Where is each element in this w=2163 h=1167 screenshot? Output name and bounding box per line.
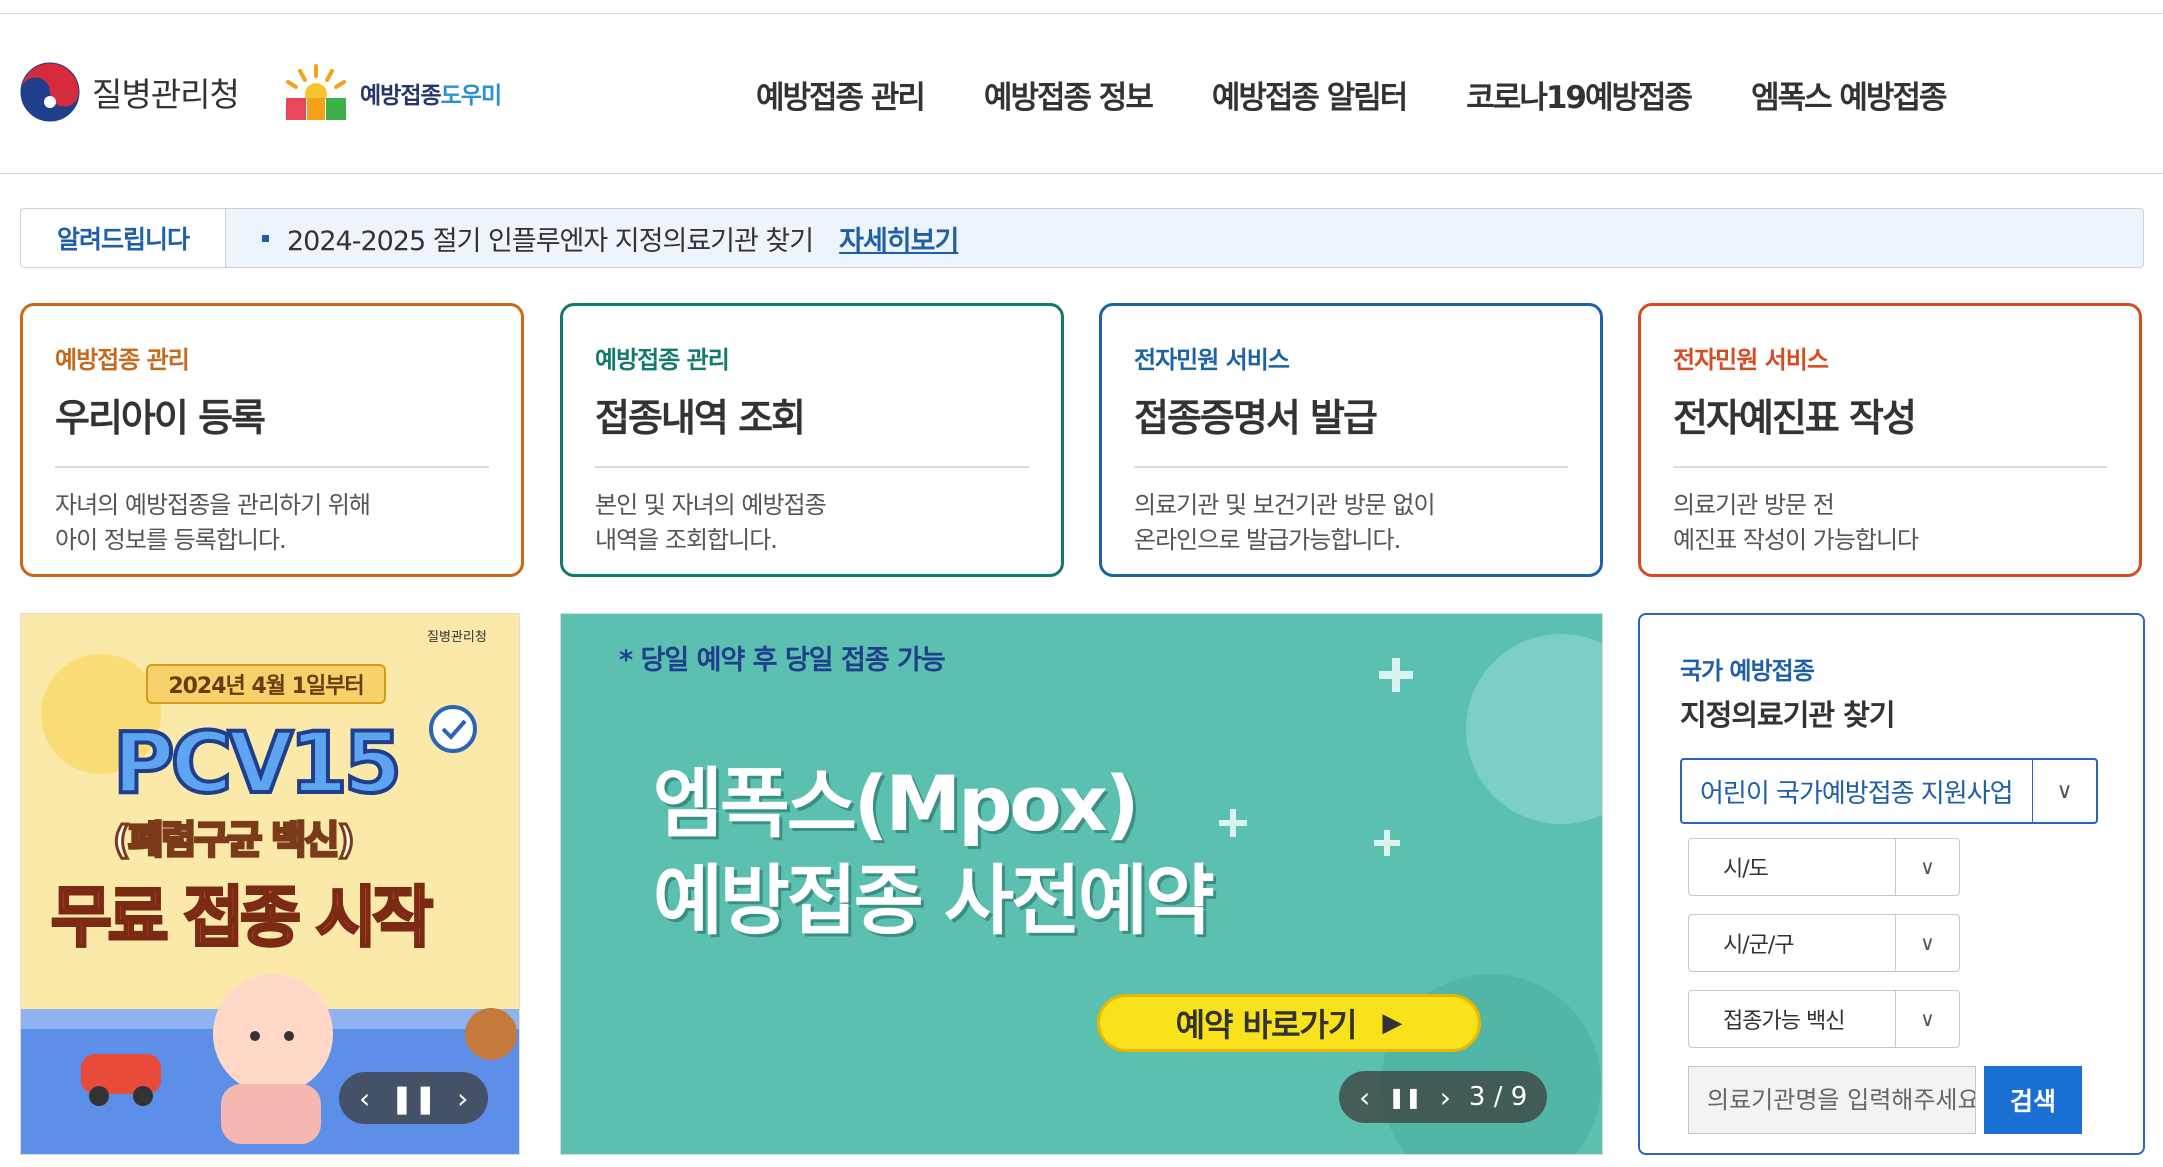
chevron-down-icon: ∨ bbox=[1895, 915, 1959, 971]
card-history-lookup[interactable]: 예방접종 관리 접종내역 조회 본인 및 자녀의 예방접종 내역을 조회합니다. bbox=[560, 303, 1064, 577]
banner-headline: 무료 접종 시작 bbox=[49, 878, 434, 958]
card-register-child[interactable]: 예방접종 관리 우리아이 등록 자녀의 예방접종을 관리하기 위해 아이 정보를 … bbox=[20, 303, 524, 577]
card-divider bbox=[1134, 466, 1568, 468]
next-icon[interactable]: › bbox=[1440, 1081, 1451, 1114]
card-description: 의료기관 및 보건기관 방문 없이 온라인으로 발급가능합니다. bbox=[1134, 491, 1436, 554]
card-title: 접종내역 조회 bbox=[595, 396, 806, 440]
clinic-finder: 국가 예방접종 지정의료기관 찾기 어린이 국가예방접종 지원사업 ∨ 시/도 … bbox=[1638, 613, 2145, 1155]
reservation-button-label: 예약 바로가기 bbox=[1175, 1006, 1358, 1044]
card-divider bbox=[1673, 466, 2107, 468]
banner-line1: 엠폭스(Mpox) bbox=[653, 759, 1139, 848]
banner-org: 질병관리청 bbox=[427, 630, 487, 645]
next-icon[interactable]: › bbox=[457, 1082, 468, 1115]
sido-select[interactable]: 시/도 ∨ bbox=[1688, 838, 1960, 896]
sido-select-value: 시/도 bbox=[1723, 857, 1769, 882]
nip-logo[interactable]: 예방접종도우미 bbox=[280, 62, 502, 124]
search-button[interactable]: 검색 bbox=[1984, 1066, 2082, 1134]
chevron-down-icon: ∨ bbox=[1895, 991, 1959, 1047]
pause-icon[interactable]: ❚❚ bbox=[390, 1082, 437, 1115]
card-divider bbox=[595, 466, 1029, 468]
banner-note: * 당일 예약 후 당일 접종 가능 bbox=[619, 645, 946, 676]
sigungu-select-value: 시/군/구 bbox=[1723, 933, 1795, 958]
nav-mpox[interactable]: 엠폭스 예방접종 bbox=[1751, 72, 1947, 117]
notice-more-link[interactable]: 자세히보기 bbox=[839, 219, 959, 258]
card-category: 전자민원 서비스 bbox=[1134, 346, 1290, 374]
vaccine-select-value: 접종가능 백신 bbox=[1723, 1009, 1845, 1034]
banner-line2: 예방접종 사전예약 bbox=[653, 856, 1215, 945]
mpox-banner[interactable]: * 당일 예약 후 당일 접종 가능 엠폭스(Mpox) 예방접종 사전예약 예… bbox=[560, 613, 1603, 1155]
nav-covid19[interactable]: 코로나19예방접종 bbox=[1466, 72, 1693, 117]
card-description: 의료기관 방문 전 예진표 작성이 가능합니다 bbox=[1673, 491, 1919, 554]
card-category: 전자민원 서비스 bbox=[1673, 346, 1829, 374]
main-nav: 예방접종 관리 예방접종 정보 예방접종 알림터 코로나19예방접종 엠폭스 예… bbox=[756, 72, 2006, 117]
card-title: 전자예진표 작성 bbox=[1673, 396, 1917, 440]
finder-title: 지정의료기관 찾기 bbox=[1680, 698, 1896, 732]
card-divider bbox=[55, 466, 489, 468]
card-title: 접종증명서 발급 bbox=[1134, 396, 1378, 440]
banner-main-controls: ‹ ❚❚ › 3 / 9 bbox=[1339, 1071, 1548, 1123]
notice-label: 알려드립니다 bbox=[21, 209, 226, 267]
finder-category: 국가 예방접종 bbox=[1680, 657, 1815, 685]
card-category: 예방접종 관리 bbox=[595, 346, 730, 374]
notice-text[interactable]: 2024-2025 절기 인플루엔자 지정의료기관 찾기 bbox=[287, 219, 814, 258]
card-description: 본인 및 자녀의 예방접종 내역을 조회합니다. bbox=[595, 491, 827, 554]
card-certificate[interactable]: 전자민원 서비스 접종증명서 발급 의료기관 및 보건기관 방문 없이 온라인으로… bbox=[1099, 303, 1603, 577]
slide-counter: 3 / 9 bbox=[1468, 1082, 1528, 1112]
prev-icon[interactable]: ‹ bbox=[1359, 1081, 1370, 1114]
bullet-icon bbox=[262, 234, 269, 242]
card-title: 우리아이 등록 bbox=[55, 396, 266, 440]
nip-name: 예방접종도우미 bbox=[360, 83, 502, 109]
taegeuk-icon bbox=[20, 62, 80, 122]
vaccine-select[interactable]: 접종가능 백신 ∨ bbox=[1688, 990, 1960, 1048]
nav-vaccination-notice[interactable]: 예방접종 알림터 bbox=[1212, 72, 1408, 117]
banner-date: 2024년 4월 1일부터 bbox=[146, 664, 386, 704]
notice-bar: 알려드립니다 2024-2025 절기 인플루엔자 지정의료기관 찾기 자세히보… bbox=[20, 208, 2144, 268]
clinic-search-input[interactable] bbox=[1688, 1066, 1976, 1134]
top-strip bbox=[0, 0, 2163, 14]
nav-vaccination-info[interactable]: 예방접종 정보 bbox=[984, 72, 1154, 117]
program-select[interactable]: 어린이 국가예방접종 지원사업 ∨ bbox=[1680, 758, 2098, 824]
kdca-name: 질병관리청 bbox=[92, 75, 240, 114]
banner-left-controls: ‹ ❚❚ › bbox=[339, 1072, 489, 1124]
nip-sun-icon bbox=[286, 64, 346, 120]
card-description: 자녀의 예방접종을 관리하기 위해 아이 정보를 등록합니다. bbox=[55, 491, 371, 554]
nav-vaccination-management[interactable]: 예방접종 관리 bbox=[756, 72, 926, 117]
sigungu-select[interactable]: 시/군/구 ∨ bbox=[1688, 914, 1960, 972]
banner-sub: (폐렴구균 백신) bbox=[112, 817, 357, 864]
chevron-down-icon: ∨ bbox=[1895, 839, 1959, 895]
reservation-button[interactable]: 예약 바로가기 ▶ bbox=[1097, 994, 1481, 1052]
chevron-down-icon: ∨ bbox=[2032, 760, 2096, 822]
card-e-questionnaire[interactable]: 전자민원 서비스 전자예진표 작성 의료기관 방문 전 예진표 작성이 가능합니다 bbox=[1638, 303, 2142, 577]
play-arrow-icon: ▶ bbox=[1382, 1008, 1403, 1038]
banner-vaccine: PCV15 bbox=[111, 712, 404, 814]
kdca-logo[interactable]: 질병관리청 bbox=[20, 62, 240, 122]
site-header: 질병관리청 예방접종도우미 예방접종 관리 예방접종 정보 예방접종 알림터 코… bbox=[0, 14, 2163, 174]
pause-icon[interactable]: ❚❚ bbox=[1388, 1085, 1422, 1109]
card-category: 예방접종 관리 bbox=[55, 346, 190, 374]
prev-icon[interactable]: ‹ bbox=[359, 1082, 370, 1115]
pcv15-banner[interactable]: 질병관리청 2024년 4월 1일부터 PCV15 (폐렴구균 백신) 무료 접… bbox=[20, 613, 520, 1155]
program-select-value: 어린이 국가예방접종 지원사업 bbox=[1700, 778, 2014, 809]
search-box: 검색 bbox=[1688, 1066, 2103, 1134]
